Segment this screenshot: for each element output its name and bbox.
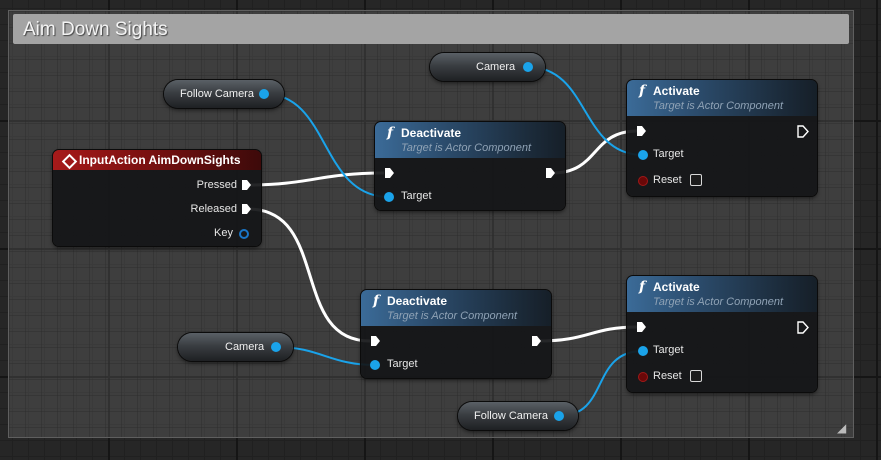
camera-getter-label: Camera — [225, 341, 265, 353]
exec-wire-released-deactivate — [247, 207, 371, 343]
target-pin-label: Target — [401, 190, 432, 202]
activate-node-top[interactable]: f Activate Target is Actor Component Tar… — [627, 80, 817, 196]
object-wire-follow-camera-deactivate — [264, 93, 390, 198]
reset-checkbox[interactable] — [690, 370, 702, 382]
deactivate-title: Deactivate — [387, 294, 448, 308]
follow-camera-output-pin-icon[interactable] — [554, 411, 564, 421]
follow-camera-getter-bottom[interactable]: Follow Camera — [458, 402, 578, 430]
input-action-node[interactable]: InputAction AimDownSights Pressed Releas… — [53, 150, 261, 246]
camera-getter-bottom[interactable]: Camera — [178, 333, 293, 361]
camera-output-pin-icon[interactable] — [523, 62, 533, 72]
follow-camera-getter-label: Follow Camera — [474, 410, 548, 422]
follow-camera-getter-label: Follow Camera — [180, 88, 254, 100]
deactivate-title: Deactivate — [401, 126, 462, 140]
exec-wire-deactivate-activate-bottom — [537, 325, 639, 343]
target-pin-icon[interactable] — [638, 150, 648, 160]
activate-subtitle: Target is Actor Component — [653, 296, 784, 308]
pressed-pin-label: Pressed — [196, 179, 237, 191]
key-pin-icon[interactable] — [239, 229, 249, 239]
input-action-title: InputAction AimDownSights — [79, 153, 241, 167]
camera-getter-label: Camera — [476, 61, 516, 73]
reset-pin-icon[interactable] — [638, 372, 648, 382]
released-pin-label: Released — [190, 203, 237, 215]
target-pin-icon[interactable] — [370, 360, 380, 370]
reset-checkbox[interactable] — [690, 174, 702, 186]
deactivate-subtitle: Target is Actor Component — [387, 310, 518, 322]
target-pin-label: Target — [653, 148, 684, 160]
camera-output-pin-icon[interactable] — [271, 342, 281, 352]
exec-wire-pressed-deactivate — [247, 171, 385, 187]
function-icon: f — [639, 83, 646, 99]
deactivate-node-top[interactable]: f Deactivate Target is Actor Component T… — [375, 122, 565, 210]
activate-title: Activate — [653, 280, 700, 294]
deactivate-node-bottom[interactable]: f Deactivate Target is Actor Component T… — [361, 290, 551, 378]
function-icon: f — [387, 125, 394, 141]
follow-camera-getter-left[interactable]: Follow Camera — [164, 80, 284, 108]
activate-subtitle: Target is Actor Component — [653, 100, 784, 112]
reset-pin-icon[interactable] — [638, 176, 648, 186]
key-pin-label: Key — [214, 227, 233, 239]
function-icon: f — [373, 293, 380, 309]
function-icon: f — [639, 279, 646, 295]
activate-title: Activate — [653, 84, 700, 98]
reset-pin-label: Reset — [653, 370, 682, 382]
target-pin-label: Target — [653, 344, 684, 356]
follow-camera-output-pin-icon[interactable] — [259, 89, 269, 99]
activate-node-bottom[interactable]: f Activate Target is Actor Component Tar… — [627, 276, 817, 392]
target-pin-icon[interactable] — [638, 346, 648, 356]
target-pin-label: Target — [387, 358, 418, 370]
reset-pin-label: Reset — [653, 174, 682, 186]
target-pin-icon[interactable] — [384, 192, 394, 202]
camera-getter-top[interactable]: Camera — [430, 53, 545, 81]
deactivate-subtitle: Target is Actor Component — [401, 142, 532, 154]
